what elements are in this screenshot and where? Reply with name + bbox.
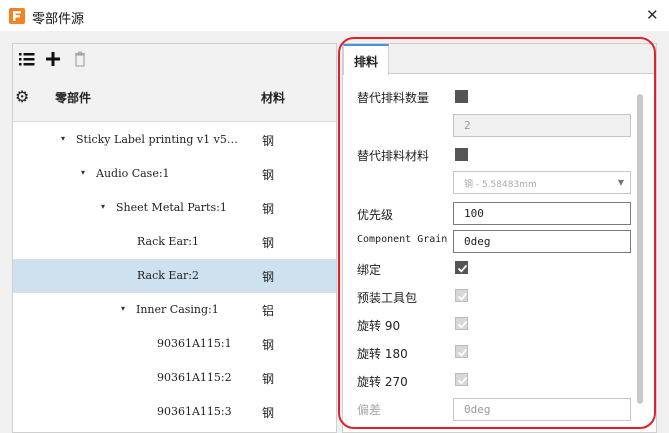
window-title: 零部件源 <box>32 12 85 27</box>
rotate-90-label: 旋转 90 <box>357 319 401 333</box>
tree-row-name: Audio Case:1 <box>96 167 170 180</box>
add-icon[interactable] <box>44 50 62 68</box>
tree-row[interactable]: ▾ Sheet Metal Parts:1 钢 <box>13 191 336 225</box>
tree-row-material: 钢 <box>262 202 275 216</box>
tree-header: ⚙ 零部件 材料 <box>13 74 336 122</box>
tree-row-name: Rack Ear:1 <box>137 235 199 248</box>
tree-row-name: Rack Ear:2 <box>137 269 199 282</box>
vertical-scrollbar[interactable] <box>637 94 643 404</box>
tree-row-material: 钢 <box>262 134 275 148</box>
column-header-part: 零部件 <box>55 91 92 105</box>
list-icon[interactable] <box>18 50 36 68</box>
title-bar: 零部件源 ✕ <box>0 0 669 31</box>
rotate-180-checkbox[interactable] <box>455 345 468 358</box>
expand-caret-icon[interactable]: ▾ <box>61 134 65 143</box>
rotate-180-label: 旋转 180 <box>357 347 408 361</box>
checkmark-icon <box>457 376 468 385</box>
alt-qty-label: 替代排料数量 <box>357 91 430 105</box>
tree-row-name: Sheet Metal Parts:1 <box>116 201 227 214</box>
bind-checkbox[interactable] <box>455 261 468 274</box>
expand-caret-icon[interactable]: ▾ <box>81 168 85 177</box>
priority-label: 优先级 <box>357 208 394 222</box>
alt-mat-select[interactable]: 钢 - 5.58483mm ▼ <box>453 171 631 194</box>
tree-row[interactable]: 90361A115:2 钢 <box>13 361 336 395</box>
tab-strip: 排料 <box>343 44 656 75</box>
checkmark-icon <box>457 264 468 273</box>
tree-row[interactable]: ▾ Audio Case:1 钢 <box>13 157 336 191</box>
tree-row-name: Inner Casing:1 <box>136 303 219 316</box>
tree-row-material: 铝 <box>262 304 275 318</box>
tree-row-material: 钢 <box>262 236 275 250</box>
tree-row-material: 钢 <box>262 372 275 386</box>
priority-input[interactable]: 100 <box>453 202 631 225</box>
app-icon <box>9 8 25 24</box>
expand-caret-icon[interactable]: ▾ <box>121 304 125 313</box>
component-grain-input[interactable]: 0deg <box>453 230 631 253</box>
tree-row-material: 钢 <box>262 168 275 182</box>
tree-row[interactable]: ▾ Inner Casing:1 铝 <box>13 293 336 327</box>
close-icon[interactable]: ✕ <box>646 6 659 24</box>
tree-row[interactable]: Rack Ear:1 钢 <box>13 225 336 259</box>
tree-row-name: Sticky Label printing v1 v5… <box>76 133 238 146</box>
tab-label: 排料 <box>354 55 379 69</box>
alt-mat-label: 替代排料材料 <box>357 149 430 163</box>
nesting-panel: 排料 替代排料数量 2 替代排料材料 钢 - 5.58483mm ▼ 优先级 1… <box>342 43 657 433</box>
rotate-270-checkbox[interactable] <box>455 373 468 386</box>
checkmark-icon <box>457 320 468 329</box>
gear-icon[interactable]: ⚙ <box>15 87 29 106</box>
tab-nesting[interactable]: 排料 <box>343 44 389 75</box>
tree-toolbar <box>13 44 336 74</box>
tree-row[interactable]: ▾ Sticky Label printing v1 v5… 钢 <box>13 123 336 157</box>
offset-input[interactable]: 0deg <box>453 398 631 421</box>
parts-panel: ⚙ 零部件 材料 ▾ Sticky Label printing v1 v5… … <box>12 43 337 433</box>
component-grain-label: Component Grain <box>357 234 448 245</box>
preinstall-label: 预装工具包 <box>357 291 418 305</box>
dialog-body: ⚙ 零部件 材料 ▾ Sticky Label printing v1 v5… … <box>0 31 669 433</box>
checkmark-icon <box>457 348 468 357</box>
tree-row-name: 90361A115:2 <box>157 371 232 384</box>
tree-row-material: 钢 <box>262 338 275 352</box>
column-header-material: 材料 <box>261 91 286 105</box>
tree-row-material: 钢 <box>262 270 275 284</box>
bind-label: 绑定 <box>357 263 382 277</box>
alt-qty-checkbox[interactable] <box>455 90 468 103</box>
tree-row[interactable]: 90361A115:3 钢 <box>13 395 336 429</box>
preinstall-checkbox[interactable] <box>455 289 468 302</box>
tree-row-name: 90361A115:3 <box>157 405 232 418</box>
trash-icon[interactable] <box>71 50 89 68</box>
tree-row-material: 钢 <box>262 406 275 420</box>
chevron-down-icon: ▼ <box>617 178 624 187</box>
offset-label: 偏差 <box>357 403 382 417</box>
expand-caret-icon[interactable]: ▾ <box>101 202 105 211</box>
tree-row-name: 90361A115:1 <box>157 337 232 350</box>
alt-qty-input[interactable]: 2 <box>453 114 631 137</box>
tree-row-selected[interactable]: Rack Ear:2 钢 <box>13 259 336 293</box>
alt-mat-checkbox[interactable] <box>455 148 468 161</box>
checkmark-icon <box>457 292 468 301</box>
alt-mat-select-value: 钢 - 5.58483mm <box>464 180 537 190</box>
rotate-270-label: 旋转 270 <box>357 375 408 389</box>
tree-row[interactable]: 90361A115:1 钢 <box>13 327 336 361</box>
rotate-90-checkbox[interactable] <box>455 317 468 330</box>
